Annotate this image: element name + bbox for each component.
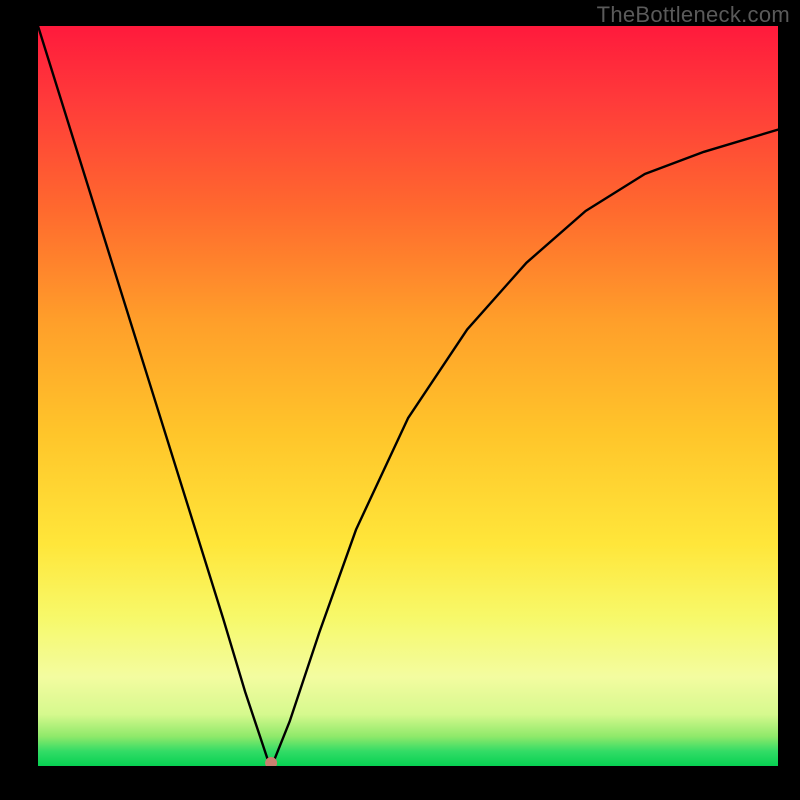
watermark-text: TheBottleneck.com (597, 2, 790, 28)
plot-area (38, 26, 778, 766)
heatmap-gradient-bg (38, 26, 778, 766)
chart-frame: TheBottleneck.com (0, 0, 800, 800)
